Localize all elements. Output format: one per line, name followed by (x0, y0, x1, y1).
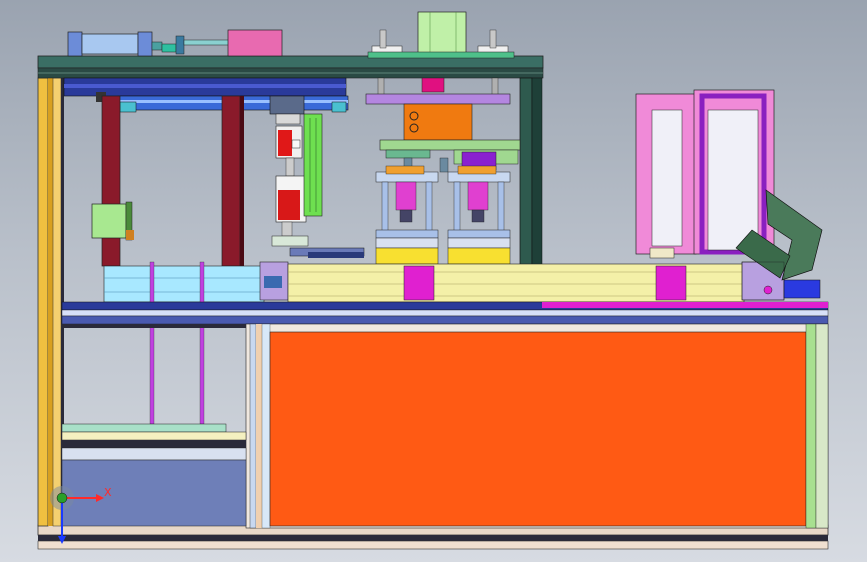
orange-cabinet (245, 323, 829, 529)
top-cylinder-assembly (67, 29, 283, 57)
top-plate (37, 55, 544, 79)
slide-block (289, 247, 365, 258)
press-station-left (375, 165, 439, 265)
x-axis-label: X (104, 486, 112, 499)
conveyor (103, 261, 785, 303)
vertical-press-unit (271, 113, 323, 247)
green-motor (91, 201, 134, 241)
top-press-cylinder (367, 11, 515, 59)
dark-red-uprights (101, 95, 244, 267)
left-frame (37, 77, 64, 527)
base-rails (37, 524, 829, 550)
cad-assembly-view: X (37, 11, 829, 550)
press-station-right (447, 165, 511, 265)
press-guide-rods (365, 77, 521, 173)
mid-frame (61, 301, 829, 325)
